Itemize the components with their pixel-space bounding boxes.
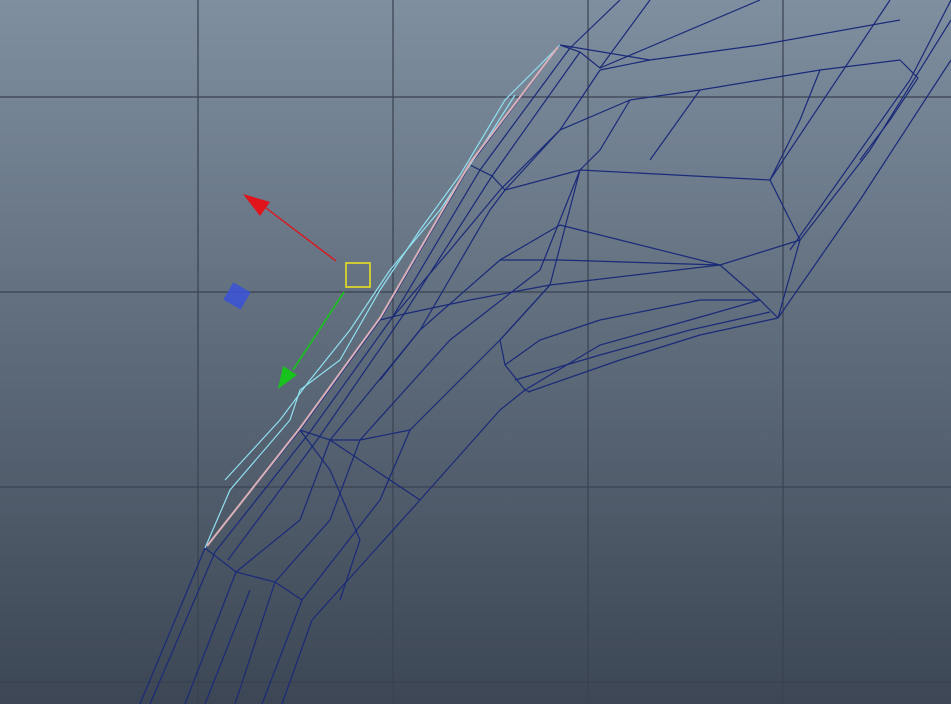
3d-viewport[interactable]	[0, 0, 951, 704]
viewport-canvas[interactable]	[0, 0, 951, 704]
viewport-background	[0, 0, 951, 704]
